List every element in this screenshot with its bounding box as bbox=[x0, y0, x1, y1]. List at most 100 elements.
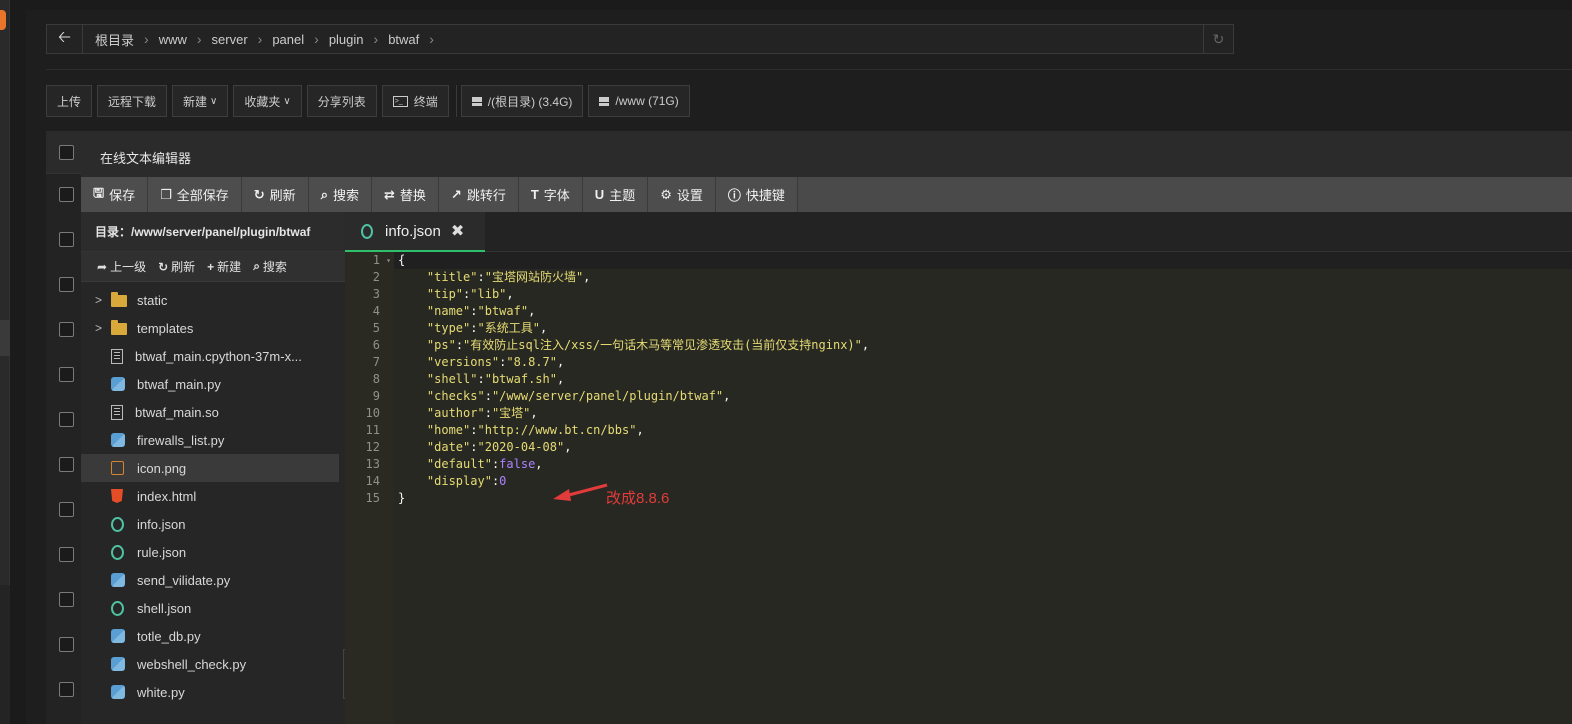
chevron-right-icon: › bbox=[257, 31, 263, 47]
refresh-icon: ↻ bbox=[158, 259, 169, 274]
line-number: 10 bbox=[365, 406, 380, 420]
file-item-white[interactable]: white.py bbox=[81, 678, 339, 706]
row-checkbox[interactable] bbox=[59, 277, 74, 292]
chevron-right-icon: › bbox=[373, 31, 379, 47]
upload-button[interactable]: 上传 bbox=[46, 85, 93, 117]
terminal-button[interactable]: >_ 终端 bbox=[381, 85, 449, 117]
file-item-static[interactable]: > static bbox=[81, 286, 339, 314]
chevron-right-icon[interactable]: > bbox=[95, 293, 111, 307]
file-item-info-json[interactable]: info.json bbox=[81, 510, 339, 538]
breadcrumb-item[interactable]: panel bbox=[266, 32, 310, 47]
sidebar-refresh-label: 刷新 bbox=[171, 260, 196, 274]
breadcrumb-item[interactable]: www bbox=[153, 32, 193, 47]
file-item-send-vilidate[interactable]: send_vilidate.py bbox=[81, 566, 339, 594]
python-icon bbox=[111, 433, 125, 447]
line-number: 14 bbox=[365, 474, 380, 488]
file-item-icon-png[interactable]: icon.png bbox=[81, 454, 339, 482]
save-all-button[interactable]: ❐ 全部保存 bbox=[148, 177, 242, 212]
favorites-button[interactable]: 收藏夹 ∨ bbox=[233, 85, 302, 117]
new-button[interactable]: 新建 ∨ bbox=[172, 85, 229, 117]
disk-www-button[interactable]: /www (71G) bbox=[588, 85, 690, 117]
row-checkbox[interactable] bbox=[59, 592, 74, 607]
tab-label: info.json bbox=[385, 222, 441, 240]
row-checkbox[interactable] bbox=[59, 232, 74, 247]
settings-button[interactable]: ⚙ 设置 bbox=[648, 177, 716, 212]
tab-info-json[interactable]: info.json ✖ bbox=[345, 212, 485, 252]
sidebar-search-label: 搜索 bbox=[262, 260, 287, 274]
breadcrumb-items: 根目录 › www › server › panel › plugin › btwaf › bbox=[83, 25, 438, 53]
theme-button[interactable]: U 主题 bbox=[582, 177, 649, 212]
close-icon[interactable]: ✖ bbox=[451, 221, 464, 241]
line-number: 1 ▾ bbox=[372, 252, 391, 269]
disk-root-button[interactable]: /(根目录) (3.4G) bbox=[460, 85, 584, 117]
chevron-right-icon[interactable]: > bbox=[95, 321, 111, 335]
file-name: info.json bbox=[137, 516, 186, 532]
replace-button[interactable]: ⇄ 替换 bbox=[371, 177, 439, 212]
shortcuts-button[interactable]: ⓘ 快捷键 bbox=[715, 177, 798, 212]
row-checkbox[interactable] bbox=[59, 322, 74, 337]
code-line: "default":false, bbox=[426, 457, 543, 471]
chevron-right-icon: › bbox=[196, 31, 202, 47]
question-circle-icon: ⓘ bbox=[727, 188, 741, 203]
goto-line-button[interactable]: ↗ 跳转行 bbox=[438, 177, 519, 212]
code-line: "ps":"有效防止sql注入/xss/一句话木马等常见渗透攻击(当前仅支持ng… bbox=[426, 338, 870, 352]
chevron-right-icon: › bbox=[144, 31, 149, 47]
python-icon bbox=[111, 657, 125, 671]
code-line: "title":"宝塔网站防火墙", bbox=[426, 270, 591, 284]
row-checkbox[interactable] bbox=[59, 682, 74, 697]
file-name: icon.png bbox=[137, 460, 187, 476]
file-item-index-html[interactable]: index.html bbox=[81, 482, 339, 510]
file-item-btwaf-main-so[interactable]: btwaf_main.so bbox=[81, 398, 339, 426]
up-level-button[interactable]: ➦ 上一级 bbox=[97, 258, 146, 275]
search-label: 搜索 bbox=[332, 188, 359, 203]
save-button[interactable]: 🖫 保存 bbox=[81, 177, 149, 212]
search-button[interactable]: ⌕ 搜索 bbox=[308, 177, 372, 212]
file-item-templates[interactable]: > templates bbox=[81, 314, 339, 342]
code-line: "home":"http://www.bt.cn/bbs", bbox=[426, 423, 644, 437]
code-line: "checks":"/www/server/panel/plugin/btwaf… bbox=[426, 389, 731, 403]
select-all-checkbox[interactable] bbox=[59, 145, 74, 160]
code-line: "type":"系统工具", bbox=[426, 321, 548, 335]
font-button[interactable]: T 字体 bbox=[518, 177, 583, 212]
python-icon bbox=[111, 573, 125, 587]
row-checkbox[interactable] bbox=[59, 187, 74, 202]
file-item-rule-json[interactable]: rule.json bbox=[81, 538, 339, 566]
file-item-cpython[interactable]: btwaf_main.cpython-37m-x... bbox=[81, 342, 339, 370]
file-name: static bbox=[137, 292, 168, 308]
row-checkbox[interactable] bbox=[59, 367, 74, 382]
sidebar-refresh-button[interactable]: ↻ 刷新 bbox=[158, 258, 195, 275]
back-arrow-icon[interactable]: 🡠 bbox=[47, 25, 83, 53]
sidebar-new-button[interactable]: + 新建 bbox=[207, 258, 241, 275]
sidebar-new-label: 新建 bbox=[217, 260, 242, 274]
row-checkbox[interactable] bbox=[59, 457, 74, 472]
file-item-totle-db[interactable]: totle_db.py bbox=[81, 622, 339, 650]
fold-arrow-icon[interactable]: ▾ bbox=[386, 252, 391, 269]
breadcrumb-item[interactable]: plugin bbox=[323, 32, 370, 47]
breadcrumb-item[interactable]: btwaf bbox=[382, 32, 425, 47]
refresh-icon[interactable]: ↻ bbox=[1203, 25, 1233, 53]
breadcrumb-item[interactable]: 根目录 bbox=[89, 30, 140, 49]
line-number: 9 bbox=[372, 389, 380, 403]
line-number: 13 bbox=[365, 457, 380, 471]
text-height-icon: T bbox=[530, 187, 539, 202]
file-item-btwaf-main-py[interactable]: btwaf_main.py bbox=[81, 370, 339, 398]
file-name: firewalls_list.py bbox=[137, 432, 225, 448]
file-name: templates bbox=[137, 320, 194, 336]
row-checkbox[interactable] bbox=[59, 637, 74, 652]
code-line: { bbox=[394, 252, 1572, 269]
json-icon bbox=[111, 600, 124, 616]
breadcrumb-item[interactable]: server bbox=[206, 32, 254, 47]
row-checkbox[interactable] bbox=[59, 502, 74, 517]
file-item-shell-json[interactable]: shell.json bbox=[81, 594, 339, 622]
share-list-button[interactable]: 分享列表 bbox=[306, 85, 377, 117]
remote-download-button[interactable]: 远程下载 bbox=[97, 85, 168, 117]
row-checkbox[interactable] bbox=[59, 547, 74, 562]
row-checkbox[interactable] bbox=[59, 412, 74, 427]
file-item-webshell-check[interactable]: webshell_check.py bbox=[81, 650, 339, 678]
refresh-button[interactable]: ↻ 刷新 bbox=[241, 177, 309, 212]
editor-tabs: info.json ✖ bbox=[345, 212, 1572, 252]
plus-icon: + bbox=[207, 259, 215, 274]
sidebar-search-button[interactable]: ⌕ 搜索 bbox=[253, 258, 287, 275]
theme-label: 主题 bbox=[609, 188, 636, 203]
file-item-firewalls-list[interactable]: firewalls_list.py bbox=[81, 426, 339, 454]
